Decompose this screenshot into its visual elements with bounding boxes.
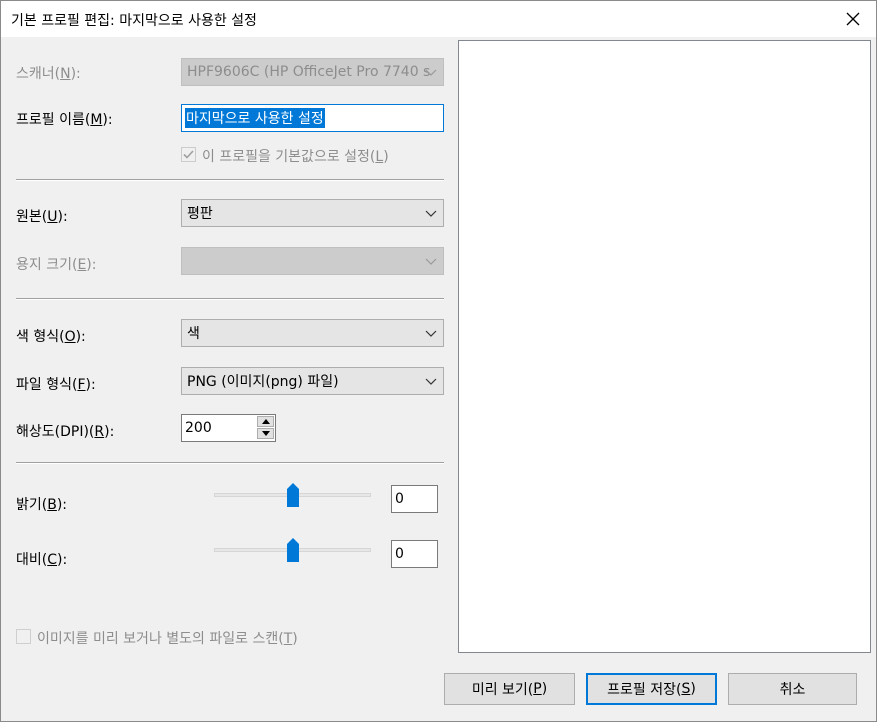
file-type-select[interactable]: PNG (이미지(png) 파일) — [181, 367, 444, 395]
profile-name-label: 프로필 이름(M): — [16, 112, 113, 128]
contrast-slider-thumb[interactable] — [286, 538, 299, 562]
color-format-label: 색 형식(O): — [16, 329, 86, 345]
brightness-slider-thumb[interactable] — [286, 483, 299, 507]
checkmark-icon — [183, 150, 194, 159]
preview-pane — [458, 40, 871, 653]
resolution-up-button[interactable] — [257, 416, 274, 427]
save-profile-button[interactable]: 프로필 저장(S) — [586, 673, 717, 705]
default-profile-checkbox[interactable] — [181, 147, 196, 162]
brightness-input[interactable]: 0 — [391, 485, 438, 513]
scanner-select[interactable]: HPF9606C (HP OfficeJet Pro 7740 s — [181, 58, 444, 86]
scan-separate-checkbox[interactable] — [16, 629, 31, 644]
color-format-select[interactable]: 색 — [181, 319, 444, 347]
preview-button[interactable]: 미리 보기(P) — [444, 673, 575, 705]
arrow-up-icon — [261, 419, 270, 424]
chevron-down-icon — [425, 258, 437, 265]
source-label: 원본(U): — [16, 209, 68, 225]
file-type-label: 파일 형식(F): — [16, 377, 96, 393]
cancel-button[interactable]: 취소 — [728, 673, 857, 705]
close-button[interactable] — [830, 1, 876, 37]
scanner-label: 스캐너(N): — [16, 66, 81, 82]
contrast-value: 0 — [395, 546, 404, 562]
divider-2 — [16, 298, 444, 300]
paper-size-label: 용지 크기(E): — [16, 257, 97, 273]
brightness-value: 0 — [395, 491, 404, 507]
window-title: 기본 프로필 편집: 마지막으로 사용한 설정 — [11, 13, 257, 29]
close-icon — [846, 12, 860, 26]
contrast-label: 대비(C): — [16, 552, 68, 568]
chevron-down-icon — [425, 210, 437, 217]
paper-size-select[interactable] — [181, 247, 444, 275]
color-format-value: 색 — [187, 326, 200, 342]
chevron-down-icon — [425, 330, 437, 337]
chevron-down-icon — [425, 378, 437, 385]
resolution-down-button[interactable] — [257, 428, 274, 439]
brightness-label: 밝기(B): — [16, 497, 68, 513]
chevron-down-icon — [425, 69, 437, 76]
source-value: 평판 — [187, 206, 213, 222]
dialog-window: 기본 프로필 편집: 마지막으로 사용한 설정 스캐너(N): HPF9606C… — [0, 0, 877, 722]
resolution-value: 200 — [185, 420, 212, 436]
scan-separate-label: 이미지를 미리 보거나 별도의 파일로 스캔(T) — [37, 631, 298, 647]
title-bar: 기본 프로필 편집: 마지막으로 사용한 설정 — [1, 1, 876, 37]
resolution-label: 해상도(DPI)(R): — [16, 424, 115, 440]
default-profile-label: 이 프로필을 기본값으로 설정(L) — [202, 149, 389, 165]
profile-name-value: 마지막으로 사용한 설정 — [185, 108, 325, 128]
arrow-down-icon — [261, 431, 270, 436]
file-type-value: PNG (이미지(png) 파일) — [187, 374, 339, 390]
contrast-input[interactable]: 0 — [391, 540, 438, 568]
scanner-value: HPF9606C (HP OfficeJet Pro 7740 s — [187, 64, 431, 80]
divider-1 — [16, 179, 444, 181]
source-select[interactable]: 평판 — [181, 199, 444, 227]
divider-3 — [16, 462, 444, 464]
profile-name-input[interactable]: 마지막으로 사용한 설정 — [181, 104, 444, 132]
